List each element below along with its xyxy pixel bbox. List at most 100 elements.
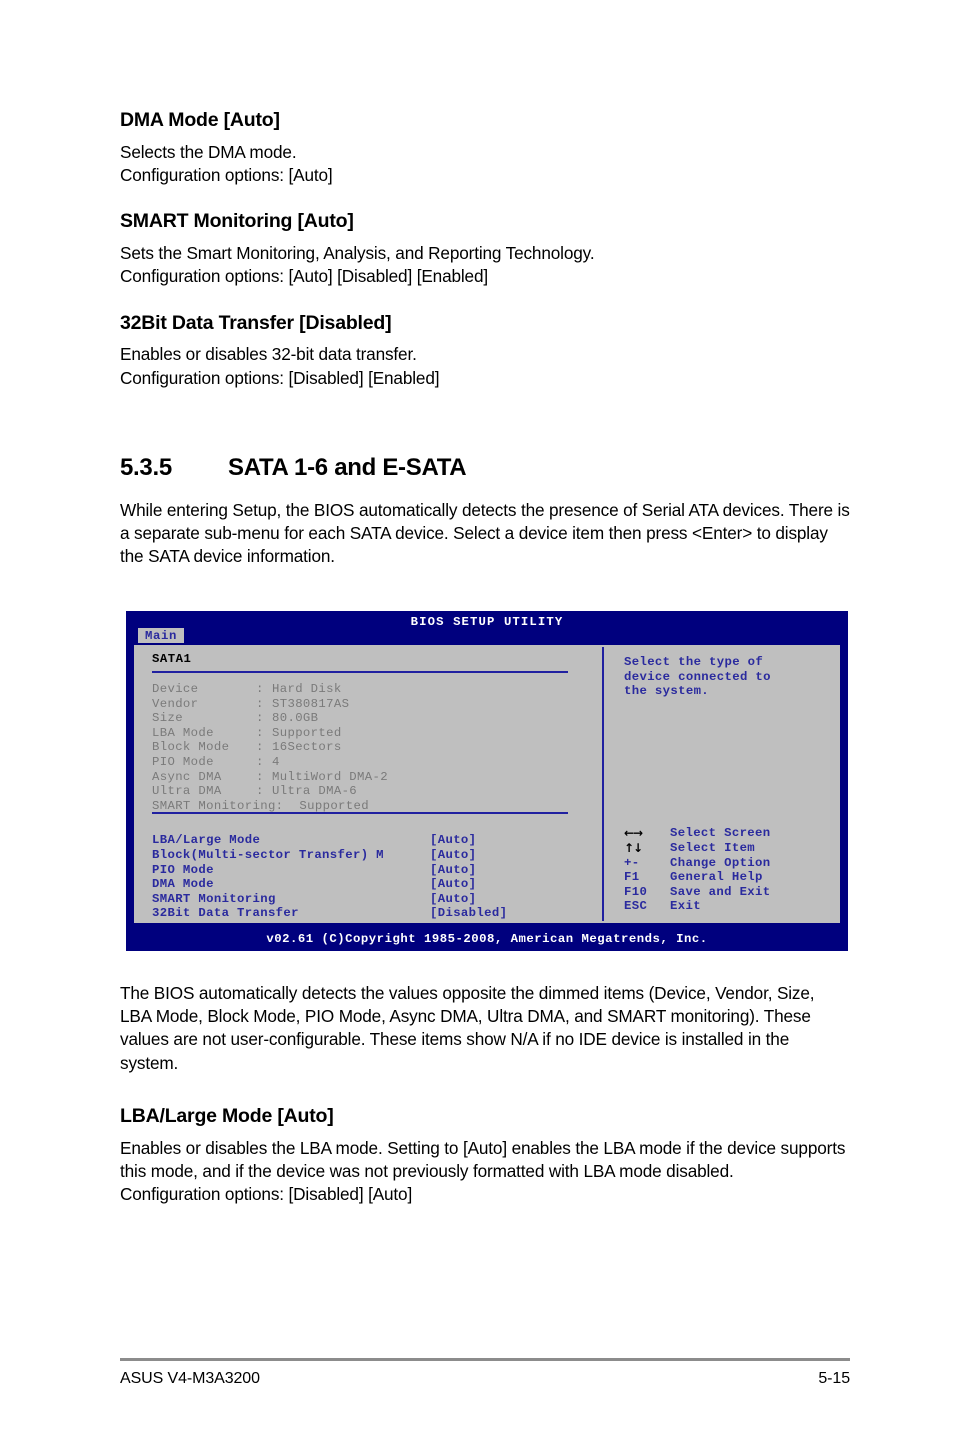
key-legend: ←→ Select Screen ↑↓ Select Item +- Chang… xyxy=(624,826,770,914)
info-key: LBA Mode xyxy=(152,725,214,740)
info-sep: : xyxy=(256,696,264,711)
info-sep: : xyxy=(256,769,264,784)
info-key: Vendor xyxy=(152,696,199,711)
info-sep: : xyxy=(256,711,264,726)
32bit-data-transfer-heading: 32Bit Data Transfer [Disabled] xyxy=(120,311,392,334)
info-key: Size xyxy=(152,711,183,726)
legend-label: Exit xyxy=(670,899,701,914)
legend-row-save-and-exit: F10 Save and Exit xyxy=(624,885,770,900)
device-info-list: Device : Hard Disk Vendor : ST380817AS S… xyxy=(152,682,602,813)
section-dma-mode: DMA Mode [Auto] Selects the DMA mode. Co… xyxy=(120,109,850,187)
footer-page-number: 5-15 xyxy=(818,1370,850,1387)
info-value: MultiWord DMA-2 xyxy=(272,769,388,784)
section-title: SATA 1-6 and E-SATA xyxy=(228,453,467,481)
bios-body: SATA1 Device : Hard Disk Vendor : ST3808… xyxy=(132,643,842,925)
legend-key: F10 xyxy=(624,884,648,899)
info-row-smart-monitoring: SMART Monitoring: Supported xyxy=(152,799,602,814)
bios-left-panel: SATA1 Device : Hard Disk Vendor : ST3808… xyxy=(134,645,602,923)
setting-value: [Disabled] xyxy=(430,906,508,921)
legend-row-select-screen: ←→ Select Screen xyxy=(624,826,770,841)
section-smart-monitoring: SMART Monitoring [Auto] Sets the Smart M… xyxy=(120,210,850,288)
setting-label: 32Bit Data Transfer xyxy=(152,906,299,921)
legend-label: General Help xyxy=(670,870,763,885)
info-row-size: Size : 80.0GB xyxy=(152,711,602,726)
dma-mode-heading: DMA Mode [Auto] xyxy=(120,109,280,131)
section-32bit-data-transfer: 32Bit Data Transfer [Disabled] Enables o… xyxy=(120,311,850,390)
info-value: ST380817AS xyxy=(272,696,350,711)
setting-label: LBA/Large Mode xyxy=(152,833,261,848)
info-sep: : xyxy=(256,682,264,696)
legend-key: ESC xyxy=(624,899,648,914)
lba-large-mode-options: Configuration options: [Disabled] [Auto] xyxy=(120,1184,413,1205)
legend-key: F1 xyxy=(624,870,640,885)
left-right-arrow-icon: ←→ xyxy=(624,826,643,841)
help-text: Select the type of device connected to t… xyxy=(624,655,771,699)
32bit-line-2: Configuration options: [Disabled] [Enabl… xyxy=(120,367,440,388)
setting-value: [Auto] xyxy=(430,877,477,892)
smart-monitoring-line-2: Configuration options: [Auto] [Disabled]… xyxy=(120,266,488,287)
dma-mode-line-1: Selects the DMA mode. xyxy=(120,141,297,162)
bios-header-bar: BIOS SETUP UTILITY Main xyxy=(126,611,848,644)
setting-row-32bit-data-transfer[interactable]: 32Bit Data Transfer [Disabled] xyxy=(152,906,602,921)
setting-row-block-multi-sector-transfer[interactable]: Block(Multi-sector Transfer) M [Auto] xyxy=(152,848,602,863)
smart-monitoring-heading: SMART Monitoring [Auto] xyxy=(120,210,354,233)
info-key: Block Mode xyxy=(152,740,230,755)
section-number: 5.3.5 xyxy=(120,453,172,481)
setting-value: [Auto] xyxy=(430,847,477,862)
section-lba-large-mode: LBA/Large Mode [Auto] Enables or disable… xyxy=(120,1105,850,1206)
panel-top-rule xyxy=(152,671,568,673)
bios-copyright-footer: v02.61 (C)Copyright 1985-2008, American … xyxy=(126,929,848,951)
32bit-line-1: Enables or disables 32-bit data transfer… xyxy=(120,344,417,365)
info-sep: : xyxy=(256,754,264,769)
info-value: 80.0GB xyxy=(272,711,319,726)
info-row-async-dma: Async DMA : MultiWord DMA-2 xyxy=(152,770,602,785)
footer-product-name: ASUS V4-M3A3200 xyxy=(120,1370,260,1387)
section-535-intro: While entering Setup, the BIOS automatic… xyxy=(120,499,850,567)
bios-panel-title: SATA1 xyxy=(152,652,192,666)
footer-divider xyxy=(120,1358,850,1361)
info-key: Async DMA xyxy=(152,769,222,784)
info-row-device: Device : Hard Disk xyxy=(152,682,602,697)
legend-label: Change Option xyxy=(670,855,771,870)
info-key: PIO Mode xyxy=(152,754,214,769)
info-row-block-mode: Block Mode : 16Sectors xyxy=(152,740,602,755)
info-key: Ultra DMA xyxy=(152,784,222,799)
setting-value: [Auto] xyxy=(430,891,477,906)
smart-monitoring-line-1: Sets the Smart Monitoring, Analysis, and… xyxy=(120,243,595,264)
info-row-pio-mode: PIO Mode : 4 xyxy=(152,755,602,770)
setting-label: DMA Mode xyxy=(152,877,214,892)
info-row-vendor: Vendor : ST380817AS xyxy=(152,697,602,712)
bios-title: BIOS SETUP UTILITY xyxy=(410,615,564,629)
info-value: Supported xyxy=(272,725,342,740)
up-down-arrow-icon: ↑↓ xyxy=(624,841,643,856)
info-sep: : xyxy=(256,784,264,799)
info-row-ultra-dma: Ultra DMA : Ultra DMA-6 xyxy=(152,784,602,799)
legend-row-change-option: +- Change Option xyxy=(624,856,770,871)
dma-mode-line-2: Configuration options: [Auto] xyxy=(120,165,333,186)
lba-large-mode-heading: LBA/Large Mode [Auto] xyxy=(120,1105,334,1127)
document-page: DMA Mode [Auto] Selects the DMA mode. Co… xyxy=(0,0,954,1438)
info-sep: : xyxy=(256,725,264,740)
setting-value: [Auto] xyxy=(430,833,477,848)
setting-row-dma-mode[interactable]: DMA Mode [Auto] xyxy=(152,877,602,892)
lba-large-mode-body: Enables or disables the LBA mode. Settin… xyxy=(120,1137,846,1182)
setting-row-smart-monitoring[interactable]: SMART Monitoring [Auto] xyxy=(152,892,602,907)
info-sep: : xyxy=(256,740,264,755)
section-535-heading: 5.3.5 SATA 1-6 and E-SATA xyxy=(120,454,850,482)
legend-label: Save and Exit xyxy=(670,884,771,899)
setting-row-lba-large-mode[interactable]: LBA/Large Mode [Auto] xyxy=(152,833,602,848)
legend-key: +- xyxy=(624,855,640,870)
legend-row-select-item: ↑↓ Select Item xyxy=(624,841,770,856)
setting-value: [Auto] xyxy=(430,862,477,877)
bios-tab-main[interactable]: Main xyxy=(138,628,184,644)
info-value: Supported xyxy=(299,798,369,813)
legend-label: Select Item xyxy=(670,841,756,856)
info-value: 16Sectors xyxy=(272,740,342,755)
setting-label: PIO Mode xyxy=(152,862,214,877)
after-bios-note: The BIOS automatically detects the value… xyxy=(120,983,815,1073)
info-row-lba-mode: LBA Mode : Supported xyxy=(152,726,602,741)
bios-setup-screenshot: BIOS SETUP UTILITY Main SATA1 Device : H… xyxy=(126,611,848,951)
setting-row-pio-mode[interactable]: PIO Mode [Auto] xyxy=(152,863,602,878)
info-value: 4 xyxy=(272,754,280,769)
legend-row-general-help: F1 General Help xyxy=(624,870,770,885)
